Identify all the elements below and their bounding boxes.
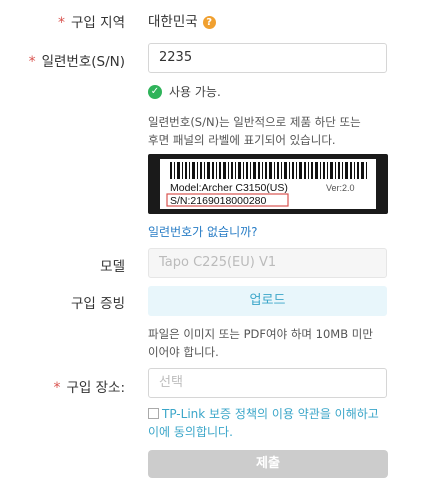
required-asterisk: * [53,380,61,396]
agreement-text[interactable]: TP-Link 보증 정책의 이용 약관을 이해하고 이에 동의합니다. [148,405,379,441]
required-asterisk: * [58,15,66,31]
purchase-region-label-text: 구입 지역 [71,15,125,31]
serial-input[interactable]: 2235 [148,43,387,73]
proof-hint-line1: 파일은 이미지 또는 PDF여야 하며 10MB 미만 [148,327,373,341]
purchase-region-text: 대한민국 [148,14,198,30]
status-text: 사용 가능. [169,85,221,99]
required-asterisk: * [28,54,36,70]
place-select[interactable]: 선택 [148,368,387,398]
check-icon: ✓ [148,85,162,99]
place-label-text: 구입 장소: [66,380,125,396]
barcode-icon [168,162,368,179]
model-label: 모델 [100,259,125,275]
serial-hint-line1: 일련번호(S/N)는 일반적으로 제품 하단 또는 [148,115,361,129]
serial-hint: 일련번호(S/N)는 일반적으로 제품 하단 또는 후면 패널의 라벨에 표기되… [148,113,361,149]
serial-hint-line2: 후면 패널의 라벨에 표기되어 있습니다. [148,133,336,147]
serial-label-text: 일련번호(S/N) [41,54,125,70]
barcode-model-text: Model:Archer C3150(US) [170,182,288,194]
model-input: Tapo C225(EU) V1 [148,248,387,278]
agreement-checkbox[interactable] [148,408,159,419]
barcode-ver-text: Ver:2.0 [326,183,355,193]
serial-label-example-image: Model:Archer C3150(US) Ver:2.0 S/N:21690… [148,154,388,214]
agreement-line1: TP-Link 보증 정책의 이용 약관을 이해하고 [162,407,379,421]
place-label: * 구입 장소: [53,376,125,396]
purchase-region-label: * 구입 지역 [58,11,125,31]
barcode-svg: Model:Archer C3150(US) Ver:2.0 S/N:21690… [160,159,376,209]
proof-hint: 파일은 이미지 또는 PDF여야 하며 10MB 미만 이어야 합니다. [148,325,373,361]
no-serial-link[interactable]: 일련번호가 없습니까? [148,223,258,240]
help-icon[interactable]: ? [202,15,216,29]
barcode-sn-text: S/N:2169018000280 [170,195,266,207]
upload-button[interactable]: 업로드 [148,286,387,316]
purchase-region-value: 대한민국? [148,10,216,30]
proof-label: 구입 증빙 [71,296,125,312]
proof-hint-line2: 이어야 합니다. [148,345,219,359]
submit-button[interactable]: 제출 [148,450,388,478]
agreement-line2: 이에 동의합니다. [148,425,233,439]
serial-label: * 일련번호(S/N) [29,50,125,70]
